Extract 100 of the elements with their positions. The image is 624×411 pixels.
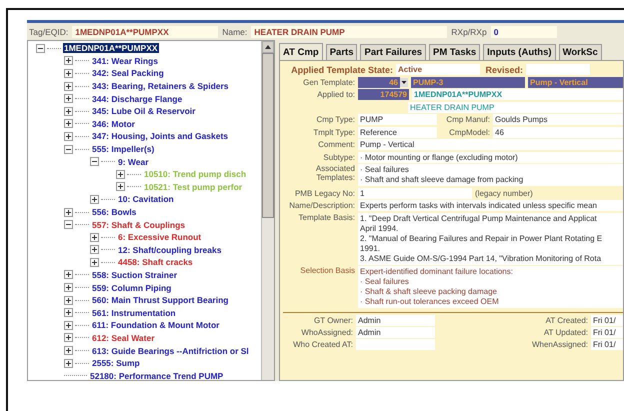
field-label: Tmplt Type: — [312, 128, 355, 136]
tree-item[interactable]: 342: Seal Packing — [91, 68, 165, 78]
scrollbar[interactable] — [261, 41, 274, 380]
rxp-field[interactable]: 0 — [490, 26, 557, 38]
expand-icon[interactable] — [64, 333, 73, 342]
tree-item[interactable]: 347: Housing, Joints and Gaskets — [91, 131, 230, 142]
name-field[interactable]: HEATER DRAIN PUMP — [251, 26, 448, 38]
tab[interactable]: Part Failures — [360, 44, 426, 61]
expand-icon[interactable] — [116, 170, 125, 179]
info-field[interactable]: Admin — [356, 327, 435, 338]
tree-item[interactable]: 12: Shaft/coupling breaks — [117, 244, 222, 255]
tree-item[interactable]: 10: Cavitation — [117, 194, 175, 204]
template-basis-field[interactable]: 1. "Deep Draft Vertical Centrifugal Pump Maintenance and Applicat April 1994. 2. "Manual of Bearing Failures and Repair in Power Plant Rotating E 1991. 3. ASME Guide OM-S/G-1994 Part 14, "Vibration Monitoring of Rota — [358, 212, 623, 264]
cmp-model-field[interactable]: 46 — [493, 126, 623, 138]
tree-item[interactable]: 341: Wear Rings — [91, 56, 159, 66]
expand-icon[interactable] — [64, 56, 73, 66]
field-label: PMB Legacy No: — [294, 188, 355, 198]
tree-item[interactable]: 344: Discharge Flange — [91, 94, 184, 104]
tree-item[interactable]: 556: Bowls — [91, 207, 138, 218]
info-field[interactable]: Admin — [356, 315, 435, 326]
associated-templates-field[interactable]: · Seal failures · Shaft and shaft sleeve damage from packing — [358, 164, 623, 186]
scroll-up-icon[interactable] — [265, 45, 271, 49]
field-label: AT Updated: — [542, 328, 588, 337]
tree-item[interactable]: 52180: Performance Trend PUMP — [89, 370, 224, 380]
expand-icon[interactable] — [64, 320, 73, 330]
tree-item[interactable]: 561: Instrumentation — [91, 308, 177, 318]
collapse-icon[interactable] — [64, 144, 73, 154]
field-label: Cmp Type: — [315, 115, 355, 124]
description-field[interactable]: Experts perform tasks with intervals indicated unless specific mean — [358, 200, 623, 211]
field-label: Tag/EQID: — [29, 26, 68, 36]
tree-item[interactable]: 557: Shaft & Couplings — [91, 220, 186, 230]
tree-item[interactable]: 6: Excessive Runout — [117, 232, 202, 242]
tree-item[interactable]: 1MEDNP01A**PUMPXX — [63, 43, 159, 54]
expand-icon[interactable] — [64, 308, 73, 318]
expand-icon[interactable] — [116, 182, 125, 192]
field-label: AT Created: — [544, 316, 588, 325]
info-field[interactable] — [356, 339, 435, 350]
date-field[interactable]: Fri 01/ — [591, 327, 623, 338]
tree-item[interactable]: 555: Impeller(s) — [91, 144, 156, 154]
field-label: RXp/RXp — [451, 26, 487, 36]
dropdown-icon[interactable] — [400, 78, 408, 86]
expand-icon[interactable] — [64, 296, 73, 305]
expand-icon[interactable] — [64, 68, 73, 78]
field-note: (legacy number) — [475, 188, 533, 198]
tab[interactable]: Inputs (Auths) — [483, 44, 556, 61]
expand-icon[interactable] — [64, 82, 73, 91]
expand-icon[interactable] — [64, 94, 73, 104]
tree-item[interactable]: 560: Main Thrust Support Bearing — [91, 295, 230, 306]
field-label: CmpModel: — [448, 128, 490, 136]
collapse-icon[interactable] — [36, 44, 45, 53]
revised-field[interactable] — [526, 64, 590, 75]
date-field[interactable]: Fri 01/ — [591, 339, 623, 350]
subtype-field[interactable]: · Motor mounting or flange (excluding motor) — [358, 152, 623, 162]
tree-item[interactable]: 343: Bearing, Retainers & Spiders — [91, 81, 230, 92]
comment-field[interactable]: Pump - Vertical — [358, 139, 623, 150]
expand-icon[interactable] — [64, 346, 73, 356]
field-label: GT Owner: — [313, 316, 353, 325]
expand-icon[interactable] — [64, 208, 73, 217]
field-label: Template Basis: — [298, 212, 355, 222]
tmplt-type-field[interactable]: Reference — [358, 126, 437, 138]
expand-icon[interactable] — [90, 245, 99, 254]
tag-field[interactable]: 1MEDNP01A**PUMPXX — [72, 26, 218, 38]
tab[interactable]: AT Cmp — [279, 43, 323, 61]
collapse-icon[interactable] — [90, 157, 99, 166]
expand-icon[interactable] — [64, 358, 73, 368]
tree-item[interactable]: 4458: Shaft cracks — [117, 257, 194, 268]
tree-item[interactable]: 611: Foundation & Mount Motor — [91, 320, 220, 330]
cmp-manuf-field[interactable]: Goulds Pumps — [493, 114, 623, 125]
field-label: Cmp Manuf: — [445, 115, 490, 124]
expand-icon[interactable] — [64, 106, 73, 116]
tree-item[interactable]: 346: Motor — [91, 118, 136, 129]
selection-basis-field[interactable]: Expert-identified dominant failure locations: · Seal failures · Shaft & shaft sleeve packing damage · Shaft run-out tolerances exceed OEM — [358, 266, 623, 308]
tree-item[interactable]: 558: Suction Strainer — [91, 270, 178, 280]
field-label: Name/Description: — [288, 201, 355, 210]
expand-icon[interactable] — [64, 270, 73, 280]
state-field[interactable]: Active — [396, 64, 480, 75]
tree-item[interactable]: 345: Lube Oil & Reservoir — [91, 106, 196, 116]
date-field[interactable]: Fri 01/ — [591, 315, 623, 326]
tree-item[interactable]: 2555: Sump — [91, 358, 141, 368]
expand-icon[interactable] — [64, 283, 73, 292]
field-label: WhenAssigned: — [530, 340, 588, 349]
collapse-icon[interactable] — [64, 220, 73, 230]
tab[interactable]: PM Tasks — [429, 44, 480, 61]
cmp-type-field[interactable]: PUMP — [358, 114, 437, 125]
tab[interactable]: Parts — [326, 44, 358, 61]
field-label: Gen Template: — [302, 78, 355, 86]
tree-item[interactable]: 559: Column Piping — [91, 282, 172, 293]
field-label: Who Created AT: — [292, 340, 353, 349]
expand-icon[interactable] — [64, 132, 73, 141]
expand-icon[interactable] — [64, 119, 73, 128]
expand-icon[interactable] — [90, 232, 99, 242]
tree-item[interactable]: 613: Guide Bearings --Antifriction or Sl — [91, 346, 250, 356]
pmb-legacy-field[interactable]: 1 — [358, 188, 472, 198]
field-label: Associated Templates: — [314, 164, 355, 182]
expand-icon[interactable] — [90, 258, 99, 267]
field-label: Subtype: — [322, 152, 355, 162]
expand-icon[interactable] — [90, 194, 99, 204]
tree-item[interactable]: 612: Seal Water — [91, 332, 156, 343]
tab[interactable]: WorkSc — [558, 44, 602, 61]
tree-item[interactable]: 9: Wear — [117, 156, 150, 167]
